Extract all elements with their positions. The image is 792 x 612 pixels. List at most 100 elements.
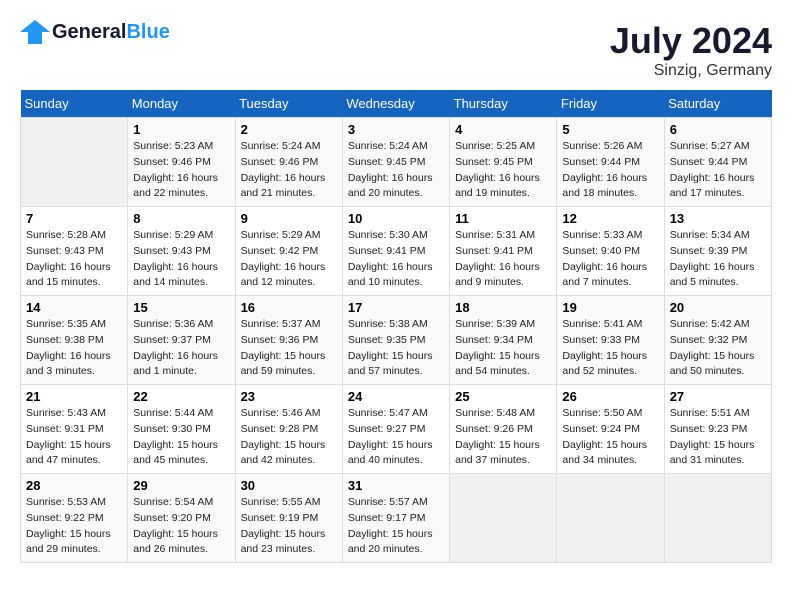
day-number: 31 — [348, 478, 444, 493]
page-header: GeneralBlue July 2024 Sinzig, Germany — [20, 20, 772, 80]
calendar-cell: 5 Sunrise: 5:26 AM Sunset: 9:44 PM Dayli… — [557, 118, 664, 207]
sunrise: Sunrise: 5:30 AM — [348, 229, 428, 241]
calendar-cell: 16 Sunrise: 5:37 AM Sunset: 9:36 PM Dayl… — [235, 296, 342, 385]
daylight: Daylight: 16 hours and 22 minutes. — [133, 172, 218, 200]
calendar-cell: 28 Sunrise: 5:53 AM Sunset: 9:22 PM Dayl… — [21, 474, 128, 563]
sunrise: Sunrise: 5:39 AM — [455, 318, 535, 330]
day-number: 18 — [455, 300, 551, 315]
calendar-cell: 8 Sunrise: 5:29 AM Sunset: 9:43 PM Dayli… — [128, 207, 235, 296]
day-number: 6 — [670, 122, 766, 137]
calendar-cell: 13 Sunrise: 5:34 AM Sunset: 9:39 PM Dayl… — [664, 207, 771, 296]
sunrise: Sunrise: 5:42 AM — [670, 318, 750, 330]
day-info: Sunrise: 5:31 AM Sunset: 9:41 PM Dayligh… — [455, 228, 551, 291]
calendar-cell: 9 Sunrise: 5:29 AM Sunset: 9:42 PM Dayli… — [235, 207, 342, 296]
sunrise: Sunrise: 5:55 AM — [241, 496, 321, 508]
month-year: July 2024 — [610, 20, 772, 62]
day-info: Sunrise: 5:37 AM Sunset: 9:36 PM Dayligh… — [241, 317, 337, 380]
weekday-header-thursday: Thursday — [450, 90, 557, 118]
calendar-cell: 29 Sunrise: 5:54 AM Sunset: 9:20 PM Dayl… — [128, 474, 235, 563]
sunset: Sunset: 9:22 PM — [26, 512, 104, 524]
week-row-4: 21 Sunrise: 5:43 AM Sunset: 9:31 PM Dayl… — [21, 385, 772, 474]
day-info: Sunrise: 5:54 AM Sunset: 9:20 PM Dayligh… — [133, 495, 229, 558]
sunrise: Sunrise: 5:26 AM — [562, 140, 642, 152]
sunset: Sunset: 9:35 PM — [348, 334, 426, 346]
daylight: Daylight: 15 hours and 50 minutes. — [670, 350, 755, 378]
day-info: Sunrise: 5:48 AM Sunset: 9:26 PM Dayligh… — [455, 406, 551, 469]
day-number: 19 — [562, 300, 658, 315]
weekday-header-row: SundayMondayTuesdayWednesdayThursdayFrid… — [21, 90, 772, 118]
sunset: Sunset: 9:28 PM — [241, 423, 319, 435]
day-info: Sunrise: 5:41 AM Sunset: 9:33 PM Dayligh… — [562, 317, 658, 380]
daylight: Daylight: 16 hours and 21 minutes. — [241, 172, 326, 200]
day-info: Sunrise: 5:34 AM Sunset: 9:39 PM Dayligh… — [670, 228, 766, 291]
day-info: Sunrise: 5:29 AM Sunset: 9:43 PM Dayligh… — [133, 228, 229, 291]
day-info: Sunrise: 5:57 AM Sunset: 9:17 PM Dayligh… — [348, 495, 444, 558]
sunset: Sunset: 9:41 PM — [455, 245, 533, 257]
calendar-cell: 26 Sunrise: 5:50 AM Sunset: 9:24 PM Dayl… — [557, 385, 664, 474]
week-row-3: 14 Sunrise: 5:35 AM Sunset: 9:38 PM Dayl… — [21, 296, 772, 385]
day-info: Sunrise: 5:24 AM Sunset: 9:45 PM Dayligh… — [348, 139, 444, 202]
day-number: 9 — [241, 211, 337, 226]
sunrise: Sunrise: 5:29 AM — [133, 229, 213, 241]
sunset: Sunset: 9:44 PM — [562, 156, 640, 168]
daylight: Daylight: 16 hours and 15 minutes. — [26, 261, 111, 289]
sunrise: Sunrise: 5:27 AM — [670, 140, 750, 152]
sunset: Sunset: 9:39 PM — [670, 245, 748, 257]
weekday-header-friday: Friday — [557, 90, 664, 118]
logo-icon — [20, 20, 50, 44]
day-info: Sunrise: 5:43 AM Sunset: 9:31 PM Dayligh… — [26, 406, 122, 469]
sunrise: Sunrise: 5:25 AM — [455, 140, 535, 152]
day-number: 24 — [348, 389, 444, 404]
calendar-cell: 19 Sunrise: 5:41 AM Sunset: 9:33 PM Dayl… — [557, 296, 664, 385]
day-info: Sunrise: 5:29 AM Sunset: 9:42 PM Dayligh… — [241, 228, 337, 291]
day-info: Sunrise: 5:23 AM Sunset: 9:46 PM Dayligh… — [133, 139, 229, 202]
daylight: Daylight: 15 hours and 29 minutes. — [26, 528, 111, 556]
sunrise: Sunrise: 5:37 AM — [241, 318, 321, 330]
sunset: Sunset: 9:31 PM — [26, 423, 104, 435]
calendar-cell: 27 Sunrise: 5:51 AM Sunset: 9:23 PM Dayl… — [664, 385, 771, 474]
daylight: Daylight: 16 hours and 19 minutes. — [455, 172, 540, 200]
daylight: Daylight: 16 hours and 17 minutes. — [670, 172, 755, 200]
weekday-header-monday: Monday — [128, 90, 235, 118]
day-info: Sunrise: 5:27 AM Sunset: 9:44 PM Dayligh… — [670, 139, 766, 202]
sunset: Sunset: 9:46 PM — [133, 156, 211, 168]
day-info: Sunrise: 5:44 AM Sunset: 9:30 PM Dayligh… — [133, 406, 229, 469]
sunset: Sunset: 9:32 PM — [670, 334, 748, 346]
calendar-cell: 15 Sunrise: 5:36 AM Sunset: 9:37 PM Dayl… — [128, 296, 235, 385]
sunrise: Sunrise: 5:48 AM — [455, 407, 535, 419]
daylight: Daylight: 16 hours and 1 minute. — [133, 350, 218, 378]
day-number: 22 — [133, 389, 229, 404]
sunrise: Sunrise: 5:33 AM — [562, 229, 642, 241]
sunrise: Sunrise: 5:36 AM — [133, 318, 213, 330]
daylight: Daylight: 16 hours and 12 minutes. — [241, 261, 326, 289]
day-info: Sunrise: 5:53 AM Sunset: 9:22 PM Dayligh… — [26, 495, 122, 558]
daylight: Daylight: 16 hours and 5 minutes. — [670, 261, 755, 289]
day-info: Sunrise: 5:38 AM Sunset: 9:35 PM Dayligh… — [348, 317, 444, 380]
sunset: Sunset: 9:24 PM — [562, 423, 640, 435]
day-number: 15 — [133, 300, 229, 315]
calendar-cell: 3 Sunrise: 5:24 AM Sunset: 9:45 PM Dayli… — [342, 118, 449, 207]
weekday-header-tuesday: Tuesday — [235, 90, 342, 118]
daylight: Daylight: 15 hours and 31 minutes. — [670, 439, 755, 467]
sunrise: Sunrise: 5:46 AM — [241, 407, 321, 419]
day-info: Sunrise: 5:30 AM Sunset: 9:41 PM Dayligh… — [348, 228, 444, 291]
day-number: 30 — [241, 478, 337, 493]
day-info: Sunrise: 5:26 AM Sunset: 9:44 PM Dayligh… — [562, 139, 658, 202]
calendar-cell: 11 Sunrise: 5:31 AM Sunset: 9:41 PM Dayl… — [450, 207, 557, 296]
daylight: Daylight: 16 hours and 9 minutes. — [455, 261, 540, 289]
sunrise: Sunrise: 5:44 AM — [133, 407, 213, 419]
day-number: 7 — [26, 211, 122, 226]
week-row-2: 7 Sunrise: 5:28 AM Sunset: 9:43 PM Dayli… — [21, 207, 772, 296]
calendar-cell: 6 Sunrise: 5:27 AM Sunset: 9:44 PM Dayli… — [664, 118, 771, 207]
daylight: Daylight: 16 hours and 20 minutes. — [348, 172, 433, 200]
calendar-cell: 24 Sunrise: 5:47 AM Sunset: 9:27 PM Dayl… — [342, 385, 449, 474]
sunrise: Sunrise: 5:54 AM — [133, 496, 213, 508]
calendar-cell — [21, 118, 128, 207]
sunset: Sunset: 9:30 PM — [133, 423, 211, 435]
day-number: 12 — [562, 211, 658, 226]
calendar-cell: 4 Sunrise: 5:25 AM Sunset: 9:45 PM Dayli… — [450, 118, 557, 207]
sunset: Sunset: 9:38 PM — [26, 334, 104, 346]
calendar-cell: 22 Sunrise: 5:44 AM Sunset: 9:30 PM Dayl… — [128, 385, 235, 474]
calendar-cell: 14 Sunrise: 5:35 AM Sunset: 9:38 PM Dayl… — [21, 296, 128, 385]
sunset: Sunset: 9:43 PM — [133, 245, 211, 257]
